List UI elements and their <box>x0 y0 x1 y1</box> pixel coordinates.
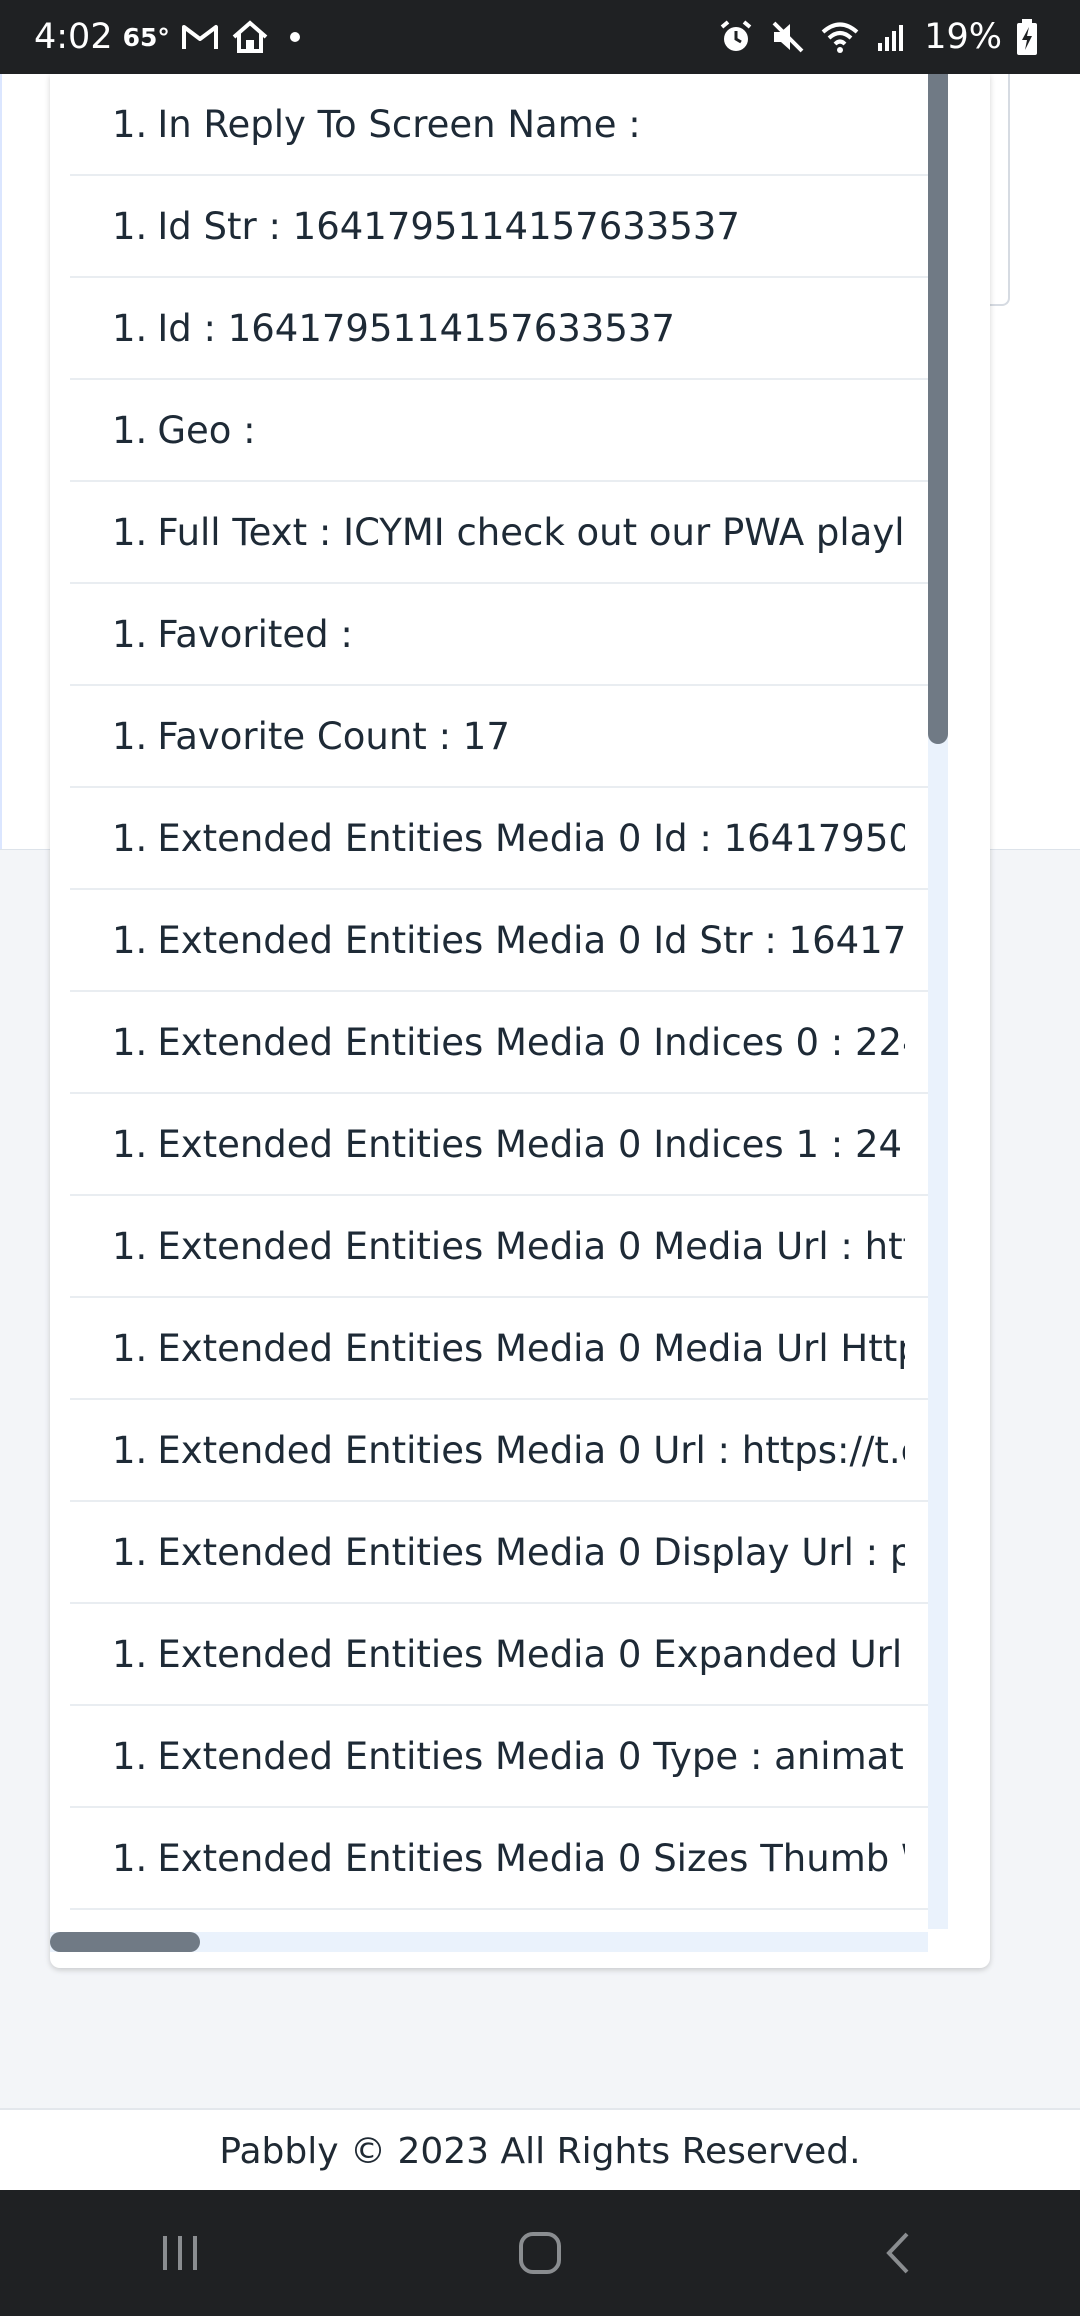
list-item-content: 1. Geo : <box>70 409 905 452</box>
list-item-content: 1. Extended Entities Media 0 Indices 0 : … <box>70 1021 905 1064</box>
list-item-content: 1. Id : 1641795114157633537 <box>70 307 905 350</box>
home-icon <box>230 17 270 57</box>
list-item-content: 1. Extended Entities Media 0 Id : 1641795… <box>70 817 905 860</box>
list-item-number: 1. <box>112 204 148 248</box>
list-item-content: 1. Extended Entities Media 0 Media Url : … <box>70 1225 905 1268</box>
notification-dot-icon <box>289 32 300 42</box>
list-item-content: 1. In Reply To Screen Name : <box>70 103 905 146</box>
footer: Pabbly © 2023 All Rights Reserved. <box>0 2108 1080 2192</box>
list-item-content: 1. Id Str : 1641795114157633537 <box>70 205 905 248</box>
list-item-number: 1. <box>112 510 148 554</box>
battery-percentage: 19% <box>924 17 1002 57</box>
vertical-scrollbar-thumb[interactable] <box>928 74 948 744</box>
list-item-content: 1. Extended Entities Media 0 Id Str : 164… <box>70 919 905 962</box>
list-item-text: In Reply To Screen Name : <box>157 102 641 146</box>
list-item-number: 1. <box>112 918 148 962</box>
list-item: 1. Id Str : 1641795114157633537 <box>70 176 940 278</box>
list-item-text: Extended Entities Media 0 Media Url : ht… <box>157 1224 905 1268</box>
gmail-icon <box>180 17 220 57</box>
list-item: 1. Extended Entities Media 0 Url : https:… <box>70 1400 940 1502</box>
list-item-number: 1. <box>112 408 148 452</box>
list-item-content: 1. Extended Entities Media 0 Media Url Ht… <box>70 1327 905 1370</box>
list-item-text: Extended Entities Media 0 Id Str : 16417… <box>157 918 905 962</box>
list-item: 1. Extended Entities Media 0 Indices 1 : … <box>70 1094 940 1196</box>
wifi-icon <box>820 17 860 57</box>
status-bar-left: 4:02 65° <box>0 17 300 57</box>
list-item-content: 1. Favorite Count : 17 <box>70 715 905 758</box>
list-item-number: 1. <box>112 1428 148 1472</box>
status-time: 4:02 <box>34 17 113 57</box>
battery-charging-icon <box>1014 17 1054 57</box>
list-item-text: Extended Entities Media 0 Url : https://… <box>157 1428 905 1472</box>
signal-icon <box>872 17 912 57</box>
list-item-number: 1. <box>112 1020 148 1064</box>
list-item: 1. Favorite Count : 17 <box>70 686 940 788</box>
list-item: 1. Extended Entities Media 0 Sizes Thumb … <box>70 1808 940 1910</box>
list-item-text: Extended Entities Media 0 Id : 164179508… <box>157 816 905 860</box>
list-item-text: Favorited : <box>157 612 353 656</box>
list-item-text: Extended Entities Media 0 Display Url : … <box>157 1530 905 1574</box>
list-item: 1. Full Text : ICYMI check out our PWA pl… <box>70 482 940 584</box>
list-item-number: 1. <box>112 1122 148 1166</box>
status-bar-right: 19% <box>716 17 1080 57</box>
list-item: 1. Geo : <box>70 380 940 482</box>
back-icon[interactable] <box>860 2213 940 2293</box>
horizontal-scrollbar-thumb[interactable] <box>50 1932 200 1952</box>
list-item-text: Extended Entities Media 0 Indices 1 : 24… <box>157 1122 905 1166</box>
list-item-content: 1. Extended Entities Media 0 Display Url … <box>70 1531 905 1574</box>
list-item-content: 1. Extended Entities Media 0 Expanded Url… <box>70 1633 905 1676</box>
list-item: 1. Id : 1641795114157633537 <box>70 278 940 380</box>
list-item-content: 1. Extended Entities Media 0 Type : anima… <box>70 1735 905 1778</box>
list-item-text: Extended Entities Media 0 Expanded Url :… <box>157 1632 905 1676</box>
list-item: 1. Extended Entities Media 0 Indices 0 : … <box>70 992 940 1094</box>
list-item-number: 1. <box>112 714 148 758</box>
list-item-content: 1. Extended Entities Media 0 Sizes Thumb … <box>70 1837 905 1880</box>
list-item: 1. Extended Entities Media 0 Id : 1641795… <box>70 788 940 890</box>
list-item-number: 1. <box>112 1734 148 1778</box>
list-item-number: 1. <box>112 1326 148 1370</box>
recent-apps-icon[interactable] <box>140 2213 220 2293</box>
list-item-text: Id : 1641795114157633537 <box>157 306 675 350</box>
list-item-number: 1. <box>112 1632 148 1676</box>
list-item-text: Extended Entities Media 0 Type : animate… <box>157 1734 905 1778</box>
list-item-text: Extended Entities Media 0 Sizes Thumb W … <box>157 1836 905 1880</box>
list-item-number: 1. <box>112 816 148 860</box>
list-item-number: 1. <box>112 306 148 350</box>
status-temperature: 65° <box>122 22 170 52</box>
list-item-content: 1. Full Text : ICYMI check out our PWA pl… <box>70 511 905 554</box>
home-button-icon[interactable] <box>500 2213 580 2293</box>
alarm-icon <box>716 17 756 57</box>
list-item-text: Full Text : ICYMI check out our PWA play… <box>157 510 905 554</box>
response-data-panel: 1. In Reply To Screen Name :1. Id Str : 16… <box>50 74 990 1968</box>
navigation-bar <box>0 2190 1080 2316</box>
list-item-text: Id Str : 1641795114157633537 <box>157 204 740 248</box>
list-item-text: Extended Entities Media 0 Media Url Http… <box>157 1326 905 1370</box>
list-item-number: 1. <box>112 1224 148 1268</box>
list-item-number: 1. <box>112 612 148 656</box>
list-item-content: 1. Extended Entities Media 0 Url : https:… <box>70 1429 905 1472</box>
list-item-content: 1. Favorited : <box>70 613 905 656</box>
list-item-text: Favorite Count : 17 <box>157 714 510 758</box>
list-item-number: 1. <box>112 102 148 146</box>
status-bar: 4:02 65° 19% <box>0 0 1080 74</box>
list-item: 1. Extended Entities Media 0 Expanded Url… <box>70 1604 940 1706</box>
mute-icon <box>768 17 808 57</box>
list-item: 1. In Reply To Screen Name : <box>70 74 940 176</box>
list-item: 1. Extended Entities Media 0 Type : anima… <box>70 1706 940 1808</box>
list-item-text: Extended Entities Media 0 Indices 0 : 22… <box>157 1020 905 1064</box>
list-item: 1. Favorited : <box>70 584 940 686</box>
list-item: 1. Extended Entities Media 0 Media Url : … <box>70 1196 940 1298</box>
list-item-content: 1. Extended Entities Media 0 Indices 1 : … <box>70 1123 905 1166</box>
list-item: 1. Extended Entities Media 0 Media Url Ht… <box>70 1298 940 1400</box>
list-item-text: Geo : <box>157 408 256 452</box>
list-item-number: 1. <box>112 1530 148 1574</box>
response-data-list[interactable]: 1. In Reply To Screen Name :1. Id Str : 16… <box>70 74 940 1930</box>
footer-copyright: Pabbly © 2023 All Rights Reserved. <box>219 2130 861 2172</box>
list-item: 1. Extended Entities Media 0 Display Url … <box>70 1502 940 1604</box>
list-item: 1. Extended Entities Media 0 Id Str : 164… <box>70 890 940 992</box>
background-card-border <box>0 74 2 849</box>
list-item-number: 1. <box>112 1836 148 1880</box>
